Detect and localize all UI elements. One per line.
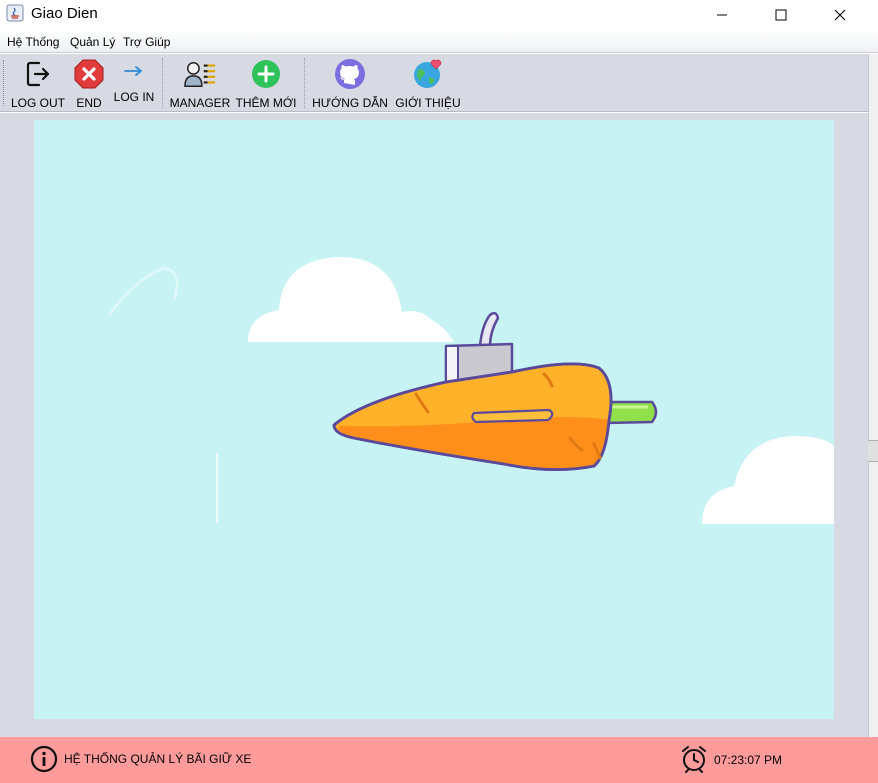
toolbar: LOG OUT END LOG IN MANAGER THÊM MỚI HƯỚN…	[0, 54, 868, 112]
close-icon	[834, 9, 846, 21]
menu-bar: Hệ Thống Quản Lý Trợ Giúp	[0, 30, 878, 53]
scroll-thumb[interactable]	[868, 440, 878, 462]
window-title: Giao Dien	[31, 5, 98, 22]
status-message: HỆ THỐNG QUẢN LÝ BÃI GIỮ XE	[64, 752, 252, 766]
menu-quan-ly[interactable]: Quản Lý	[70, 35, 115, 49]
globe-heart-icon	[412, 58, 444, 90]
logout-label: LOG OUT	[10, 96, 65, 110]
toolbar-separator	[162, 58, 163, 108]
menu-he-thong[interactable]: Hệ Thống	[7, 35, 59, 49]
logout-icon	[22, 58, 54, 90]
minimize-button[interactable]	[697, 0, 747, 30]
close-button[interactable]	[815, 0, 865, 30]
github-icon	[334, 58, 366, 90]
cloud-top	[248, 257, 454, 342]
java-app-icon	[6, 4, 24, 22]
add-new-label: THÊM MỚI	[235, 96, 297, 110]
maximize-icon	[775, 9, 787, 21]
guide-button[interactable]: HƯỚNG DẪN	[312, 56, 388, 110]
carrot-rocket-illustration	[34, 120, 834, 719]
manager-icon	[184, 58, 216, 90]
cloud-right	[702, 436, 834, 524]
end-button[interactable]: END	[70, 56, 108, 110]
end-stop-icon	[73, 58, 105, 90]
logout-button[interactable]: LOG OUT	[10, 56, 66, 110]
login-button[interactable]: LOG IN	[112, 56, 156, 110]
title-bar: Giao Dien	[0, 0, 878, 30]
toolbar-grip[interactable]	[3, 60, 5, 106]
status-bar: HỆ THỐNG QUẢN LÝ BÃI GIỮ XE 07:23:07 PM	[0, 737, 878, 783]
sky-scene	[107, 257, 834, 524]
login-label: LOG IN	[113, 90, 155, 104]
maximize-button[interactable]	[756, 0, 806, 30]
login-arrow-icon	[118, 58, 150, 84]
toolbar-separator	[304, 58, 305, 108]
about-button[interactable]: GIỚI THIỆU	[394, 56, 462, 110]
window-right-edge	[868, 54, 878, 737]
manager-button[interactable]: MANAGER	[170, 56, 230, 110]
about-label: GIỚI THIỆU	[395, 96, 461, 110]
minimize-icon	[717, 14, 727, 16]
menu-tro-giup[interactable]: Trợ Giúp	[123, 35, 170, 49]
plus-circle-icon	[250, 58, 282, 90]
info-icon	[30, 745, 58, 773]
add-new-button[interactable]: THÊM MỚI	[235, 56, 297, 110]
alarm-clock-icon	[682, 746, 706, 773]
clock-time: 07:23:07 PM	[714, 753, 783, 767]
guide-label: HƯỚNG DẪN	[312, 96, 388, 110]
end-label: END	[76, 96, 102, 110]
manager-label: MANAGER	[169, 96, 231, 110]
